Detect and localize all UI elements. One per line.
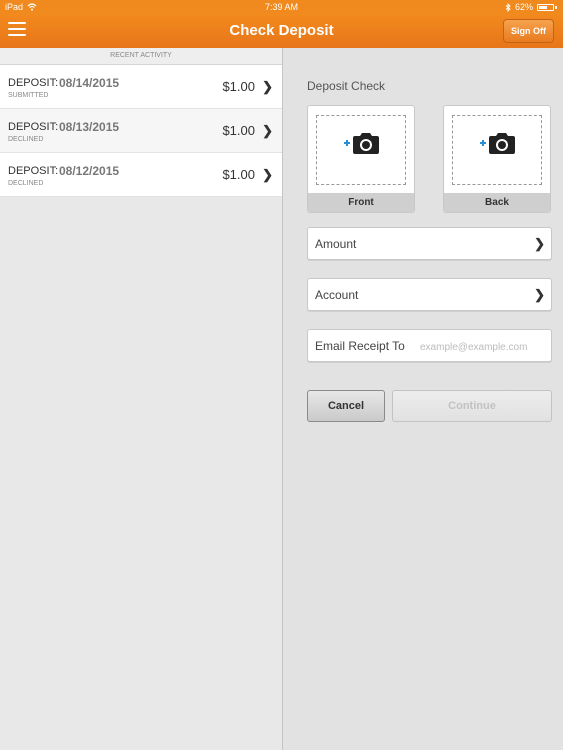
chevron-right-icon: ❯ (534, 287, 545, 302)
back-image-capture[interactable]: Back (443, 105, 551, 213)
battery-percent: 62% (514, 2, 533, 12)
activity-row[interactable]: DEPOSIT: 08/12/2015 DECLINED $1.00 ❯ (0, 153, 282, 197)
status-time: 7:39 AM (264, 2, 299, 12)
chevron-right-icon: ❯ (534, 236, 545, 251)
recent-activity-pane: RECENT ACTIVITY DEPOSIT: 08/14/2015 SUBM… (0, 48, 282, 750)
activity-row[interactable]: DEPOSIT: 08/14/2015 SUBMITTED $1.00 ❯ (0, 65, 282, 109)
add-camera-icon (308, 130, 414, 161)
continue-button[interactable]: Continue (392, 390, 552, 422)
status-right: 62% (505, 2, 557, 12)
status-bar: iPad 7:39 AM 62% (0, 0, 563, 14)
recent-activity-heading: RECENT ACTIVITY (0, 48, 282, 65)
chevron-right-icon: ❯ (262, 123, 273, 138)
navigation-bar: Check Deposit Sign Off (0, 14, 563, 49)
activity-type: DEPOSIT: (8, 77, 59, 89)
activity-row[interactable]: DEPOSIT: 08/13/2015 DECLINED $1.00 ❯ (0, 109, 282, 153)
back-label: Back (444, 193, 550, 212)
cancel-button[interactable]: Cancel (307, 390, 385, 422)
front-label: Front (308, 193, 414, 212)
account-label: Account (315, 288, 359, 302)
bluetooth-icon (505, 2, 511, 12)
activity-date: 08/14/2015 (59, 76, 120, 90)
amount-field[interactable]: Amount ❯ (307, 227, 552, 260)
chevron-right-icon: ❯ (262, 167, 273, 182)
activity-status: DECLINED (8, 136, 44, 143)
sign-off-button[interactable]: Sign Off (503, 19, 554, 43)
activity-status: DECLINED (8, 180, 44, 187)
activity-date: 08/12/2015 (59, 164, 120, 178)
account-field[interactable]: Account ❯ (307, 278, 552, 311)
battery-icon (537, 3, 554, 11)
add-camera-icon (444, 130, 550, 161)
page-title: Check Deposit (229, 22, 334, 39)
front-image-capture[interactable]: Front (307, 105, 415, 213)
chevron-right-icon: ❯ (262, 79, 273, 94)
activity-amount: $1.00 (222, 167, 255, 182)
email-receipt-field[interactable]: Email Receipt To (307, 329, 552, 362)
amount-label: Amount (315, 237, 357, 251)
battery-tip (555, 5, 557, 9)
activity-type: DEPOSIT: (8, 165, 59, 177)
activity-status: SUBMITTED (8, 92, 49, 99)
email-input[interactable] (418, 337, 550, 357)
activity-amount: $1.00 (222, 123, 255, 138)
activity-type: DEPOSIT: (8, 121, 59, 133)
activity-amount: $1.00 (222, 79, 255, 94)
activity-date: 08/13/2015 (59, 120, 120, 134)
deposit-pane: Deposit Check Front Back Amount ❯ Accoun… (283, 48, 563, 750)
email-receipt-label: Email Receipt To (315, 339, 405, 353)
deposit-check-title: Deposit Check (307, 79, 386, 93)
battery-level (539, 5, 547, 9)
